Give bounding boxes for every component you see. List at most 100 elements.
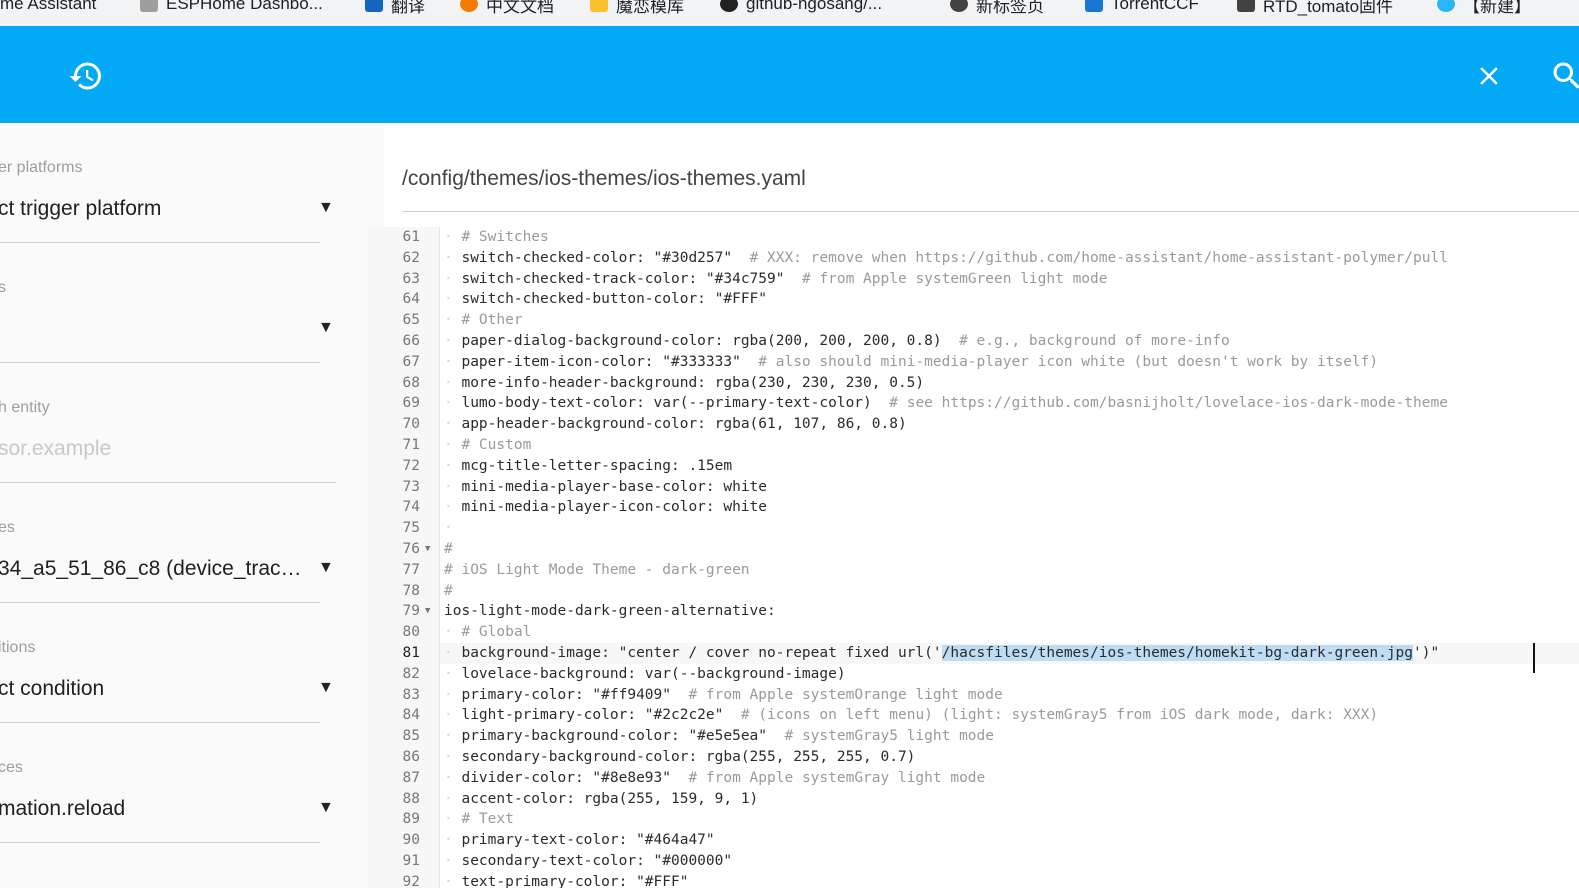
- line-number: 67: [402, 353, 420, 370]
- line-number: 76: [402, 541, 420, 557]
- code-line[interactable]: 88 · accent-color: rgba(255, 159, 9, 1): [368, 789, 1579, 810]
- code-comment: # see https://github.com/basnijholt/love…: [889, 395, 1448, 412]
- dropdown-arrow-icon[interactable]: ▼: [318, 799, 334, 817]
- code-line[interactable]: 72 · mcg-title-letter-spacing: .15em: [368, 456, 1579, 477]
- code-line[interactable]: 65 · # Other: [368, 310, 1579, 331]
- close-button[interactable]: [1474, 61, 1504, 91]
- code-line[interactable]: 86 · secondary-background-color: rgba(255…: [368, 747, 1579, 768]
- code-line[interactable]: 67 · paper-item-icon-color: "#333333" # a…: [368, 352, 1579, 373]
- field-value[interactable]: ct trigger platform: [0, 197, 308, 221]
- text-cursor: [1533, 643, 1535, 673]
- code-line[interactable]: 83 · primary-color: "#ff9409" # from Appl…: [368, 685, 1579, 706]
- bookmark-chinese-docs[interactable]: 中文文档: [460, 0, 554, 16]
- bookmark-github[interactable]: github-ngosang/...: [720, 0, 882, 14]
- code-text: · paper-item-icon-color: "#333333" # als…: [444, 353, 1379, 370]
- code-line[interactable]: 76 ▼ #: [368, 539, 1579, 560]
- bookmark-home-assistant[interactable]: me Assistant: [0, 0, 96, 14]
- docs-icon: [460, 0, 478, 12]
- code-text: · primary-text-color: "#464a47": [444, 832, 715, 849]
- field-value[interactable]: 34_a5_51_86_c8 (device_tracke...: [0, 557, 308, 581]
- line-number: 89: [402, 811, 420, 828]
- code-line[interactable]: 91 · secondary-text-color: "#000000": [368, 851, 1579, 872]
- code-line[interactable]: 80 · # Global: [368, 622, 1579, 643]
- code-line[interactable]: 68 · more-info-header-background: rgba(23…: [368, 373, 1579, 394]
- bookmark-label: ESPHome Dashbo...: [166, 0, 323, 13]
- dropdown-arrow-icon[interactable]: ▼: [318, 199, 334, 217]
- bookmark-new-build[interactable]: 【新建】: [1437, 0, 1531, 16]
- code-line[interactable]: 78 #: [368, 581, 1579, 602]
- condition-select-field[interactable]: itions ct condition ▼: [0, 603, 336, 723]
- code-editor[interactable]: 61 · # Switches 62 · switch-checked-color: …: [368, 227, 1579, 888]
- code-line[interactable]: 70 · app-header-background-color: rgba(61…: [368, 414, 1579, 435]
- line-number: 84: [402, 707, 420, 724]
- service-form-panel: er platforms ct trigger platform ▼ s ▼ h…: [0, 123, 384, 888]
- field-value[interactable]: ct condition: [0, 677, 308, 701]
- code-line[interactable]: 79 ▼ ios-light-mode-dark-green-alternative…: [368, 601, 1579, 622]
- line-number: 70: [402, 416, 420, 433]
- entity-input-field[interactable]: h entity sor.example: [0, 363, 336, 483]
- fold-arrow-icon[interactable]: ▼: [425, 601, 430, 622]
- chat-icon: [1437, 0, 1455, 12]
- history-button[interactable]: [68, 58, 104, 94]
- code-line[interactable]: 84 · light-primary-color: "#2c2c2e" # (ic…: [368, 705, 1579, 726]
- code-line[interactable]: 73 · mini-media-player-base-color: white: [368, 477, 1579, 498]
- device-select-field[interactable]: es 34_a5_51_86_c8 (device_tracke... ▼: [0, 483, 336, 603]
- line-number: 71: [402, 437, 420, 453]
- field-value[interactable]: mation.reload: [0, 797, 308, 821]
- line-number: 73: [402, 478, 420, 495]
- code-text: · lovelace-background: var(--background-…: [444, 665, 846, 682]
- code-text: · switch-checked-button-color: "#FFF": [444, 291, 768, 308]
- code-text: # iOS Light Mode Theme - dark-green: [444, 561, 750, 578]
- code-line[interactable]: 75 ·: [368, 518, 1579, 539]
- torrent-icon: [1085, 0, 1103, 12]
- code-line[interactable]: 87 · divider-color: "#8e8e93" # from Appl…: [368, 768, 1579, 789]
- entity-input[interactable]: sor.example: [0, 437, 308, 461]
- code-text: · # Custom: [444, 437, 532, 453]
- code-line[interactable]: 82 · lovelace-background: var(--backgroun…: [368, 664, 1579, 685]
- service-select-field[interactable]: ces mation.reload ▼: [0, 723, 336, 843]
- code-line[interactable]: 62 · switch-checked-color: "#30d257" # XX…: [368, 248, 1579, 269]
- line-number: 90: [402, 832, 420, 849]
- second-select-field[interactable]: s ▼: [0, 243, 336, 363]
- code-line[interactable]: 81 · background-image: "center / cover no…: [368, 643, 1579, 664]
- code-line[interactable]: 90 · primary-text-color: "#464a47": [368, 830, 1579, 851]
- code-line[interactable]: 92 · text-primary-color: "#FFF": [368, 872, 1579, 888]
- code-line[interactable]: 64 · switch-checked-button-color: "#FFF": [368, 289, 1579, 310]
- bookmark-model-lib[interactable]: 魔恋模库: [590, 0, 684, 16]
- line-number: 64: [402, 291, 420, 308]
- code-line[interactable]: 61 · # Switches: [368, 227, 1579, 248]
- bookmark-esphome[interactable]: ESPHome Dashbo...: [140, 0, 323, 14]
- code-line[interactable]: 63 · switch-checked-track-color: "#34c759…: [368, 269, 1579, 290]
- bookmark-label: github-ngosang/...: [746, 0, 883, 13]
- trigger-platform-field[interactable]: er platforms ct trigger platform ▼: [0, 123, 336, 243]
- line-number: 87: [402, 769, 420, 786]
- code-line[interactable]: 66 · paper-dialog-background-color: rgba(…: [368, 331, 1579, 352]
- search-icon: [1553, 62, 1579, 89]
- bookmark-translate[interactable]: 翻译: [365, 0, 425, 16]
- code-text: · secondary-background-color: rgba(255, …: [444, 749, 916, 765]
- code-line[interactable]: 89 · # Text: [368, 809, 1579, 830]
- bookmark-rtd-tomato[interactable]: RTD_tomato固件: [1237, 0, 1393, 16]
- code-line[interactable]: 85 · primary-background-color: "#e5e5ea" …: [368, 726, 1579, 747]
- dropdown-arrow-icon[interactable]: ▼: [318, 679, 334, 697]
- code-text: · light-primary-color: "#2c2c2e" # (icon…: [444, 707, 1379, 724]
- code-line[interactable]: 74 · mini-media-player-icon-color: white: [368, 497, 1579, 518]
- code-text: · # Switches: [444, 229, 549, 245]
- code-line[interactable]: 71 · # Custom: [368, 435, 1579, 456]
- bookmark-torrentccf[interactable]: TorrentCCF: [1085, 0, 1199, 14]
- field-label: er platforms: [0, 159, 83, 176]
- code-comment: # also should mini-media-player icon whi…: [758, 353, 1379, 370]
- code-line[interactable]: 69 · lumo-body-text-color: var(--primary-…: [368, 393, 1579, 414]
- code-text: · paper-dialog-background-color: rgba(20…: [444, 333, 1230, 349]
- fold-arrow-icon[interactable]: ▼: [425, 539, 430, 560]
- line-number: 62: [402, 249, 420, 266]
- dropdown-arrow-icon[interactable]: ▼: [318, 319, 334, 337]
- line-number: 88: [402, 790, 420, 807]
- divider: [402, 211, 1579, 212]
- code-line[interactable]: 77 # iOS Light Mode Theme - dark-green: [368, 560, 1579, 581]
- bookmark-label: 中文文档: [486, 0, 554, 16]
- dropdown-arrow-icon[interactable]: ▼: [318, 559, 334, 577]
- code-text: ·: [444, 520, 462, 537]
- search-button[interactable]: [1549, 58, 1579, 94]
- bookmark-new-tab[interactable]: 新标签页: [950, 0, 1044, 16]
